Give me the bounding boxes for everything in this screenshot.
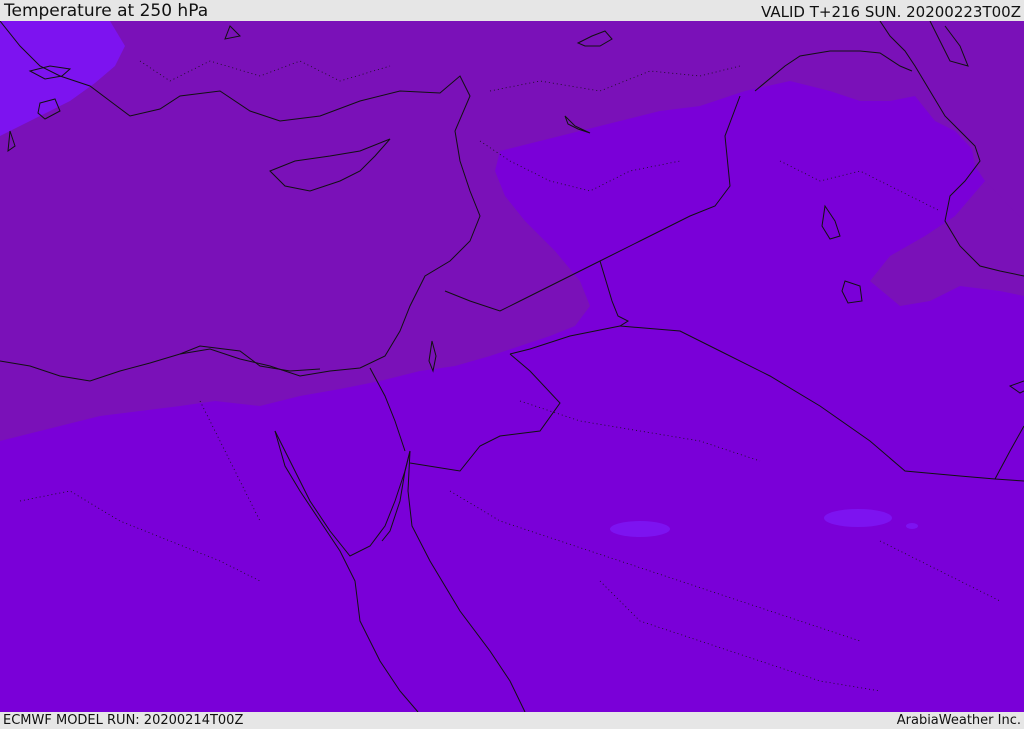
map-title: Temperature at 250 hPa (4, 1, 209, 21)
model-run-label: ECMWF MODEL RUN: 20200214T00Z (3, 713, 244, 728)
cold-cell (610, 521, 670, 537)
credit-label: ArabiaWeather Inc. (896, 713, 1021, 728)
cold-cell (906, 523, 918, 529)
weather-map (0, 21, 1024, 712)
header-bar: Temperature at 250 hPa VALID T+216 SUN. … (0, 0, 1024, 21)
footer-bar: ECMWF MODEL RUN: 20200214T00Z ArabiaWeat… (0, 712, 1024, 729)
cold-cell (824, 509, 892, 527)
valid-time: VALID T+216 SUN. 20200223T00Z (761, 3, 1021, 21)
